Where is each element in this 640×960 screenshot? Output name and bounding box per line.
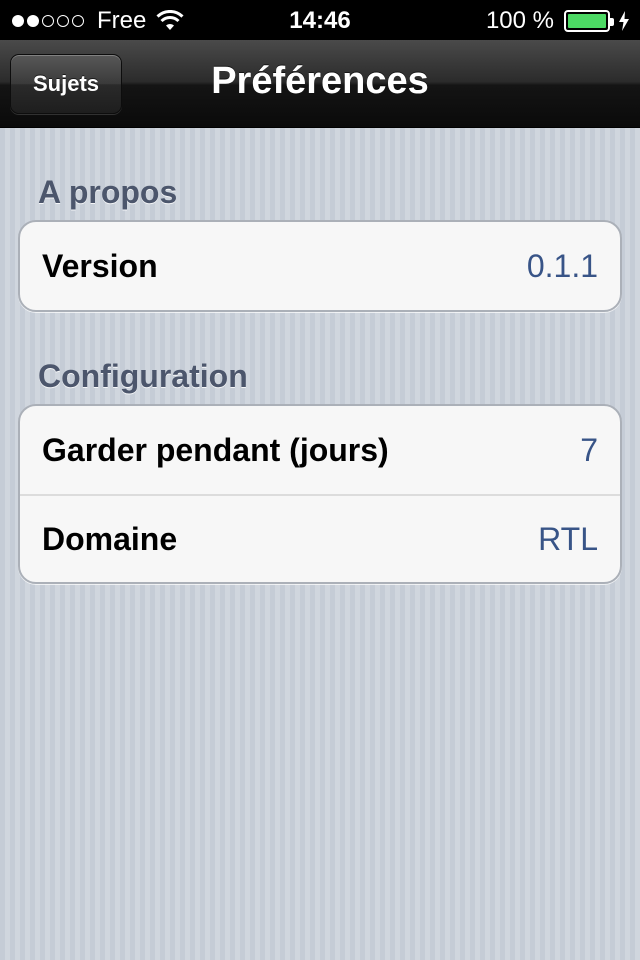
section-header-about: A propos <box>38 174 178 210</box>
row-version[interactable]: Version 0.1.1 <box>20 222 620 310</box>
group-about: Version 0.1.1 <box>18 220 622 312</box>
status-right: 100 % <box>486 7 630 35</box>
navigation-bar: Sujets Préférences <box>0 40 640 128</box>
battery-fill <box>568 14 606 28</box>
group-configuration: Garder pendant (jours) 7 Domaine RTL <box>18 404 622 584</box>
row-label: Domaine <box>42 520 178 557</box>
row-domain[interactable]: Domaine RTL <box>20 494 620 582</box>
row-label: Garder pendant (jours) <box>42 431 389 468</box>
row-value: RTL <box>538 520 598 557</box>
charging-bolt-icon <box>619 11 629 31</box>
battery-icon <box>564 10 614 32</box>
row-value: 7 <box>580 431 598 468</box>
row-label: Version <box>42 247 158 284</box>
battery-percentage: 100 % <box>485 7 554 34</box>
status-bar: Free 14:46 100 % <box>0 0 640 40</box>
battery-nub <box>610 18 614 26</box>
settings-content: A propos Version 0.1.1 Configuration Gar… <box>0 128 640 960</box>
row-value: 0.1.1 <box>526 247 598 284</box>
page-title: Préférences <box>211 60 429 102</box>
nav-title-container: Préférences <box>0 60 640 103</box>
row-keep-days[interactable]: Garder pendant (jours) 7 <box>20 406 620 494</box>
section-header-configuration: Configuration <box>38 358 248 394</box>
